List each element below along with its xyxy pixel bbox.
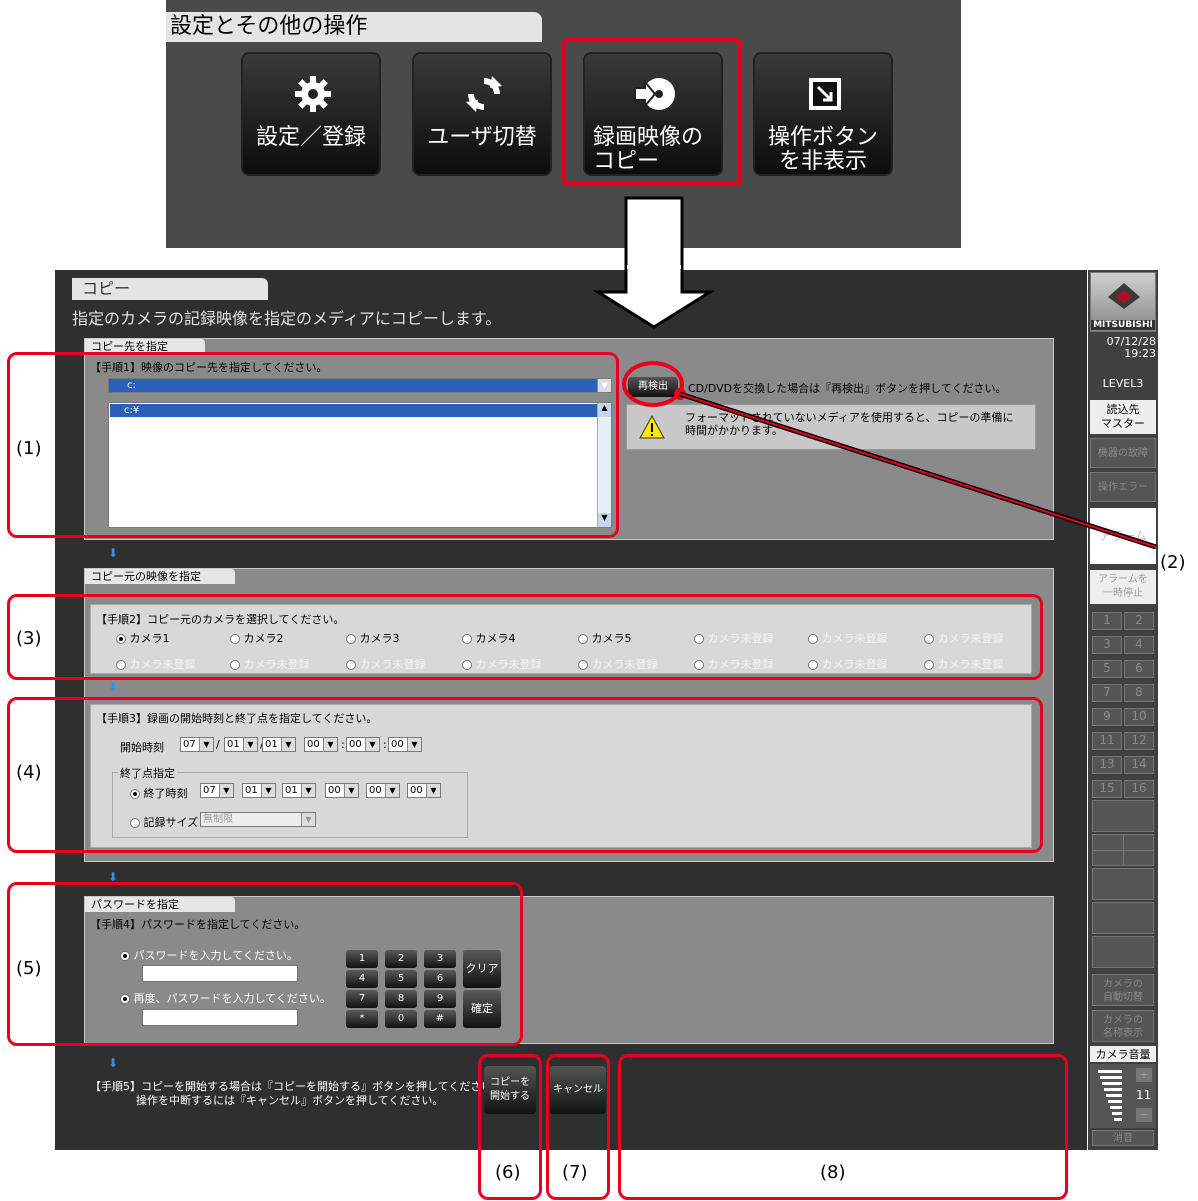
volume-panel: + 11 −: [1090, 1064, 1156, 1128]
down-arrow-head: [592, 265, 716, 329]
camera-number-button[interactable]: 13: [1092, 756, 1122, 774]
date-display: 07/12/28 19:23: [1106, 335, 1156, 360]
brand-logo-icon: [1108, 283, 1140, 309]
callout-label-6: (6): [495, 1162, 521, 1183]
callout-label-4: (4): [16, 762, 42, 783]
window-description: 指定のカメラの記録映像を指定のメディアにコピーします。: [72, 309, 502, 328]
callout-label-2: (2): [1160, 552, 1186, 573]
layout-4-button[interactable]: [1092, 834, 1154, 866]
refresh-icon: [466, 76, 502, 112]
callout-label-7: (7): [562, 1162, 588, 1183]
volume-down-button[interactable]: −: [1136, 1108, 1152, 1122]
name-display-button[interactable]: カメラの 名称表示: [1092, 1010, 1154, 1042]
camera-number-button[interactable]: 9: [1092, 708, 1122, 726]
window-title: コピー: [72, 278, 268, 300]
volume-value: 11: [1136, 1088, 1152, 1102]
flow-arrow-icon: ⬇: [108, 546, 119, 560]
warning-icon: [639, 415, 665, 439]
flow-arrow-icon: ⬇: [108, 1056, 119, 1070]
camera-number-button[interactable]: 10: [1124, 708, 1154, 726]
layout-13-button[interactable]: [1092, 902, 1154, 934]
hide-buttons-label: 操作ボタン を非表示: [767, 125, 878, 174]
camera-number-button[interactable]: 12: [1124, 732, 1154, 750]
camera-number-button[interactable]: 8: [1124, 684, 1154, 702]
mute-button[interactable]: 消音: [1092, 1130, 1154, 1146]
settings-register-button[interactable]: 設定／登録: [241, 52, 381, 176]
camera-number-button[interactable]: 4: [1124, 636, 1154, 654]
camera-number-button[interactable]: 14: [1124, 756, 1154, 774]
camera-number-button[interactable]: 1: [1092, 612, 1122, 630]
step5-line2: 操作を中断するには『キャンセル』ボタンを押してください。: [136, 1094, 444, 1107]
camera-number-button[interactable]: 7: [1092, 684, 1122, 702]
callout-leader-2: [674, 388, 1157, 550]
callout-label-5: (5): [16, 958, 42, 979]
camera-number-button[interactable]: 2: [1124, 612, 1154, 630]
volume-up-button[interactable]: +: [1136, 1068, 1152, 1082]
hide-buttons-button[interactable]: 操作ボタン を非表示: [753, 52, 893, 176]
callout-box-4: [7, 697, 1043, 853]
volume-level-icon: [1098, 1070, 1122, 1121]
switch-user-button[interactable]: ユーザ切替: [412, 52, 552, 176]
hide-icon: [809, 78, 841, 110]
callout-label-8: (8): [820, 1162, 846, 1183]
callout-box-3: [7, 594, 1043, 680]
brand-name: MITSUBISHI: [1091, 320, 1155, 330]
layout-16-button[interactable]: [1092, 936, 1154, 968]
callout-box-5: [7, 882, 523, 1046]
logo-box: MITSUBISHI: [1090, 272, 1156, 332]
camera-number-button[interactable]: 16: [1124, 780, 1154, 798]
settings-panel-title: 設定とその他の操作: [166, 12, 542, 42]
settings-register-label: 設定／登録: [255, 125, 366, 150]
layout-9-button[interactable]: [1092, 868, 1154, 900]
auto-switch-button[interactable]: カメラの 自動切替: [1092, 974, 1154, 1006]
copy-button-highlight: [562, 38, 742, 186]
source-tab: コピー元の映像を指定: [85, 569, 235, 584]
callout-label-1: (1): [16, 438, 42, 459]
camera-number-button[interactable]: 15: [1092, 780, 1122, 798]
alarm-pause-button[interactable]: アラームを 一時停止: [1090, 570, 1156, 604]
switch-user-label: ユーザ切替: [427, 125, 537, 150]
callout-label-3: (3): [16, 628, 42, 649]
gear-icon: [295, 76, 331, 112]
layout-1-button[interactable]: [1092, 800, 1154, 832]
camera-number-button[interactable]: 3: [1092, 636, 1122, 654]
flow-arrow-icon: ⬇: [108, 870, 119, 884]
camera-number-button[interactable]: 5: [1092, 660, 1122, 678]
camera-number-button[interactable]: 11: [1092, 732, 1122, 750]
volume-label: カメラ音量: [1090, 1046, 1156, 1062]
callout-box-1: [7, 352, 619, 538]
camera-number-button[interactable]: 6: [1124, 660, 1154, 678]
flow-arrow-icon: ⬇: [108, 680, 119, 694]
